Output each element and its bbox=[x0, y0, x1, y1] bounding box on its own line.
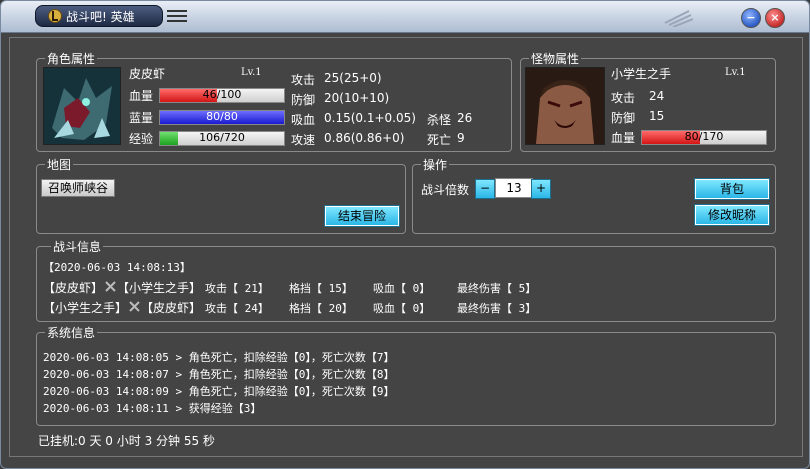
rename-button[interactable]: 修改昵称 bbox=[694, 204, 770, 226]
system-log-line: 2020-06-03 14:08:07 > 角色死亡，扣除经验【0】，死亡次数【… bbox=[43, 368, 395, 381]
battle-block: 格挡【 15】 bbox=[289, 282, 353, 295]
battle-final-damage: 最终伤害【 5】 bbox=[457, 282, 537, 295]
hero-stat-attack-value: 25(25+0) bbox=[324, 71, 382, 85]
hero-hp-bar: 46/100 bbox=[159, 88, 285, 103]
battle-attacker: 【小学生之手】 bbox=[43, 301, 128, 315]
hero-deaths-value: 9 bbox=[457, 131, 465, 145]
battle-final-damage: 最终伤害【 3】 bbox=[457, 302, 537, 315]
hero-stat-defense-value: 20(10+10) bbox=[324, 91, 390, 105]
hero-hp-text: 46/100 bbox=[202, 88, 242, 101]
window-title: 战斗吧! 英雄 bbox=[66, 10, 135, 24]
menu-icon[interactable] bbox=[167, 10, 187, 24]
battle-attacker: 【皮皮虾】 bbox=[43, 281, 104, 295]
multiplier-decrease-button[interactable]: − bbox=[475, 179, 495, 199]
hero-xp-text: 106/720 bbox=[199, 131, 245, 144]
hero-stat-defense-label: 防御 bbox=[291, 93, 316, 107]
end-adventure-button[interactable]: 结束冒险 bbox=[324, 205, 400, 227]
monster-panel: 怪物属性 小学生之手 Lv.1 攻击 24 防御 15 血量 80/170 bbox=[520, 50, 776, 152]
battle-lifesteal: 吸血【 0】 bbox=[373, 302, 431, 315]
hero-stat-speed-value: 0.86(0.86+0) bbox=[324, 131, 405, 145]
hero-stat-lifesteal-label: 吸血 bbox=[291, 113, 316, 127]
operations-panel: 操作 战斗倍数 − 13 + 背包 修改昵称 bbox=[412, 156, 776, 234]
swords-icon bbox=[105, 281, 116, 292]
monster-hp-label: 血量 bbox=[611, 131, 636, 145]
system-log-line: 2020-06-03 14:08:09 > 角色死亡，扣除经验【0】，死亡次数【… bbox=[43, 385, 395, 398]
battle-attack: 攻击【 21】 bbox=[205, 282, 269, 295]
hero-portrait-icon bbox=[44, 68, 120, 144]
main-area: 角色属性 皮皮虾 Lv.1 血量 46/100 蓝量 80/80 经验 106/… bbox=[9, 37, 803, 457]
hero-mp-label: 蓝量 bbox=[129, 111, 154, 125]
monster-hp-text: 80/170 bbox=[684, 130, 724, 143]
hero-section-title: 角色属性 bbox=[45, 50, 98, 67]
hero-stat-lifesteal-value: 0.15(0.1+0.05) bbox=[324, 111, 416, 125]
hero-name: 皮皮虾 bbox=[129, 67, 166, 81]
hero-xp-bar: 106/720 bbox=[159, 131, 285, 146]
map-panel: 地图 召唤师峡谷 结束冒险 bbox=[36, 156, 406, 234]
hero-level: Lv.1 bbox=[241, 67, 262, 78]
title-bar[interactable]: 战斗吧! 英雄 − × bbox=[1, 1, 809, 33]
monster-level: Lv.1 bbox=[725, 67, 746, 78]
decoration-stripes-icon bbox=[664, 10, 693, 27]
monster-attack-value: 24 bbox=[649, 89, 665, 103]
monster-hp-bar: 80/170 bbox=[641, 130, 767, 145]
monster-avatar bbox=[525, 67, 605, 145]
battle-target: 【皮皮虾】 bbox=[141, 301, 202, 315]
hero-mp-text: 80/80 bbox=[206, 110, 238, 123]
battle-lifesteal: 吸血【 0】 bbox=[373, 282, 431, 295]
map-select-button[interactable]: 召唤师峡谷 bbox=[41, 179, 115, 197]
multiplier-increase-button[interactable]: + bbox=[531, 179, 551, 199]
operations-section-title: 操作 bbox=[421, 156, 450, 173]
hero-stat-attack-label: 攻击 bbox=[291, 73, 316, 87]
app-window: 战斗吧! 英雄 − × 角色属性 皮皮虾 Lv.1 血量 46/100 蓝量 8… bbox=[0, 0, 810, 469]
title-tab: 战斗吧! 英雄 bbox=[35, 5, 163, 27]
battle-section-title: 战斗信息 bbox=[51, 238, 104, 255]
monster-attack-label: 攻击 bbox=[611, 91, 636, 105]
battle-target: 【小学生之手】 bbox=[117, 281, 202, 295]
monster-section-title: 怪物属性 bbox=[529, 50, 582, 67]
battle-info-panel: 战斗信息 【2020-06-03 14:08:13】 【皮皮虾】 【小学生之手】… bbox=[36, 238, 776, 322]
swords-icon bbox=[129, 301, 140, 312]
system-section-title: 系统信息 bbox=[45, 324, 98, 341]
map-section-title: 地图 bbox=[45, 156, 74, 173]
minimize-button[interactable]: − bbox=[741, 8, 761, 28]
system-info-panel: 系统信息 2020-06-03 14:08:05 > 角色死亡，扣除经验【0】，… bbox=[36, 324, 776, 426]
hero-xp-label: 经验 bbox=[129, 132, 154, 146]
backpack-button[interactable]: 背包 bbox=[694, 178, 770, 200]
monster-defense-label: 防御 bbox=[611, 111, 636, 125]
game-logo-icon bbox=[48, 9, 62, 23]
battle-timestamp: 【2020-06-03 14:08:13】 bbox=[43, 261, 191, 274]
monster-portrait-icon bbox=[526, 68, 604, 144]
hero-kills-value: 26 bbox=[457, 111, 473, 125]
monster-defense-value: 15 bbox=[649, 109, 665, 123]
hero-panel: 角色属性 皮皮虾 Lv.1 血量 46/100 蓝量 80/80 经验 106/… bbox=[36, 50, 512, 152]
hero-deaths-label: 死亡 bbox=[427, 133, 452, 147]
monster-name: 小学生之手 bbox=[611, 67, 672, 81]
battle-multiplier-label: 战斗倍数 bbox=[421, 183, 470, 197]
system-log-line: 2020-06-03 14:08:11 > 获得经验【3】 bbox=[43, 402, 262, 415]
system-log-line: 2020-06-03 14:08:05 > 角色死亡，扣除经验【0】，死亡次数【… bbox=[43, 351, 395, 364]
hero-mp-bar: 80/80 bbox=[159, 110, 285, 125]
multiplier-value[interactable]: 13 bbox=[495, 178, 533, 198]
battle-block: 格挡【 20】 bbox=[289, 302, 353, 315]
uptime-status: 已挂机:0 天 0 小时 3 分钟 55 秒 bbox=[38, 434, 215, 448]
hero-hp-label: 血量 bbox=[129, 89, 154, 103]
hero-avatar bbox=[43, 67, 121, 145]
battle-attack: 攻击【 24】 bbox=[205, 302, 269, 315]
hero-stat-speed-label: 攻速 bbox=[291, 133, 316, 147]
hero-kills-label: 杀怪 bbox=[427, 113, 452, 127]
close-button[interactable]: × bbox=[765, 8, 785, 28]
